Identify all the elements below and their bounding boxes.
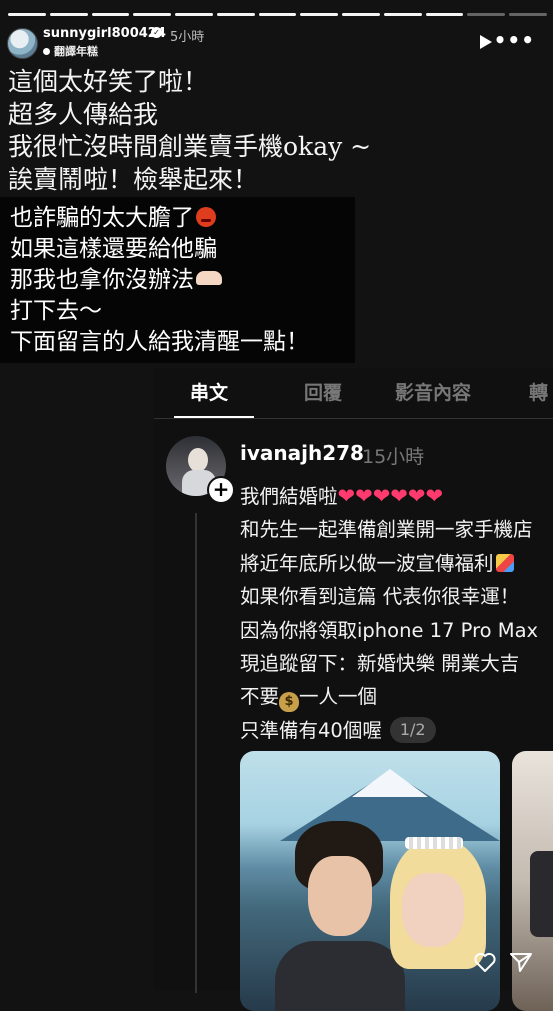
thread-line bbox=[195, 513, 197, 993]
progress-segment bbox=[8, 13, 46, 16]
threads-screenshot: 串文 回覆 影音內容 轉 + ivanajh278 15小時 我們結婚啦❤❤❤❤… bbox=[154, 368, 553, 1011]
username[interactable]: sunnygirl800424 bbox=[43, 26, 166, 41]
angry-face-icon bbox=[196, 207, 216, 227]
post-text: 我們結婚啦 bbox=[240, 485, 338, 508]
caption-text: 那我也拿你沒辦法 bbox=[10, 267, 194, 293]
progress-segment bbox=[383, 13, 422, 16]
heart-icon[interactable] bbox=[473, 951, 497, 973]
translate-button[interactable]: 翻譯年糕 bbox=[43, 43, 98, 59]
open-hands-icon bbox=[196, 271, 222, 285]
caption-line: 我很忙沒時間創業賣手機okay ~ bbox=[8, 132, 372, 161]
phone-shape bbox=[530, 851, 553, 937]
snowcap-shape bbox=[352, 769, 428, 797]
caption-text: 也詐騙的太大膽了 bbox=[10, 205, 194, 231]
caption-box-line: 下面留言的人給我清醒一點！ bbox=[10, 329, 309, 355]
add-icon[interactable]: + bbox=[207, 476, 235, 504]
caption-box-line: 如果這樣還要給他騙 bbox=[10, 236, 217, 262]
send-icon[interactable] bbox=[509, 951, 533, 973]
tab-threads[interactable]: 串文 bbox=[190, 378, 228, 405]
progress-segment bbox=[467, 13, 506, 16]
post-line: 和先生一起準備創業開一家手機店 bbox=[240, 518, 533, 542]
caption-top: 這個太好笑了啦！ 超多人傳給我 我很忙沒時間創業賣手機okay ~ 誒賣鬧啦！檢… bbox=[8, 66, 438, 196]
caption-box: 也詐騙的太大膽了 如果這樣還要給他騙 那我也拿你沒辦法 打下去～ 下面留言的人給… bbox=[0, 197, 355, 363]
post-text: 只準備有40個喔 bbox=[240, 718, 382, 742]
post-time: 5小時 bbox=[170, 30, 205, 45]
translate-label: 翻譯年糕 bbox=[54, 45, 98, 58]
progress-segment bbox=[91, 13, 130, 16]
post-line: 如果你看到這篇 代表你很幸運！ bbox=[240, 585, 520, 609]
groom-body bbox=[275, 941, 405, 1011]
progress-segment bbox=[216, 13, 255, 16]
tab-reposts[interactable]: 轉 bbox=[529, 378, 548, 405]
story-progress-bar bbox=[8, 13, 547, 16]
caption-line: 超多人傳給我 bbox=[8, 99, 159, 129]
avatar[interactable] bbox=[7, 28, 38, 59]
tab-replies[interactable]: 回覆 bbox=[304, 378, 342, 405]
profile-tabs: 串文 回覆 影音內容 轉 bbox=[154, 368, 553, 419]
money-bag-icon: $ bbox=[279, 692, 300, 713]
divider bbox=[154, 418, 553, 419]
groom-face bbox=[308, 856, 372, 936]
story-header: sunnygirl800424 ✓ 5小時 翻譯年糕 ••• bbox=[7, 24, 545, 60]
tiara bbox=[405, 837, 463, 849]
post-time: 15小時 bbox=[362, 446, 425, 468]
party-popper-icon bbox=[495, 553, 514, 572]
caption-line: 這個太好笑了啦！ bbox=[8, 67, 209, 96]
post-line: 將近年底所以做一波宣傳福利 bbox=[240, 547, 553, 580]
post-body: 我們結婚啦❤❤❤❤❤❤ 和先生一起準備創業開一家手機店 將近年底所以做一波宣傳福… bbox=[240, 480, 553, 747]
caption-box-line: 打下去～ bbox=[10, 298, 102, 324]
post-text: 將近年底所以做一波宣傳福利 bbox=[240, 551, 494, 575]
post-line: 不要 $ 一人一個 bbox=[240, 680, 553, 713]
progress-segment bbox=[258, 13, 297, 16]
progress-segment bbox=[509, 13, 547, 16]
progress-segment bbox=[300, 13, 339, 16]
progress-segment bbox=[342, 13, 380, 16]
post-text: 不要 bbox=[240, 685, 280, 709]
post-text: 一人一個 bbox=[299, 685, 378, 709]
post-line: 我們結婚啦❤❤❤❤❤❤ bbox=[240, 480, 553, 513]
tab-media[interactable]: 影音內容 bbox=[395, 378, 471, 405]
post-username[interactable]: ivanajh278 bbox=[240, 441, 364, 465]
more-icon[interactable]: ••• bbox=[494, 30, 535, 50]
post-line: 現追蹤留下：新婚快樂 開業大吉 bbox=[240, 652, 520, 676]
progress-segment bbox=[133, 13, 172, 16]
bride-face bbox=[402, 873, 464, 947]
wedding-photo[interactable] bbox=[240, 751, 500, 1011]
translate-icon bbox=[43, 47, 50, 55]
caption-box-line: 也詐騙的太大膽了 bbox=[10, 203, 355, 234]
post-line: 因為你將領取iphone 17 Pro Max bbox=[240, 618, 539, 642]
caption-line: 誒賣鬧啦！檢舉起來！ bbox=[8, 164, 259, 194]
hearts-icon: ❤❤❤❤❤❤ bbox=[337, 484, 444, 508]
caption-box-line: 那我也拿你沒辦法 bbox=[10, 265, 355, 296]
verified-icon: ✓ bbox=[151, 27, 162, 38]
progress-segment bbox=[175, 13, 213, 16]
post-line: 只準備有40個喔 1/2 bbox=[240, 714, 553, 747]
page-indicator: 1/2 bbox=[389, 716, 436, 743]
progress-segment bbox=[49, 13, 88, 16]
progress-segment bbox=[425, 13, 464, 16]
play-icon[interactable] bbox=[479, 34, 493, 50]
